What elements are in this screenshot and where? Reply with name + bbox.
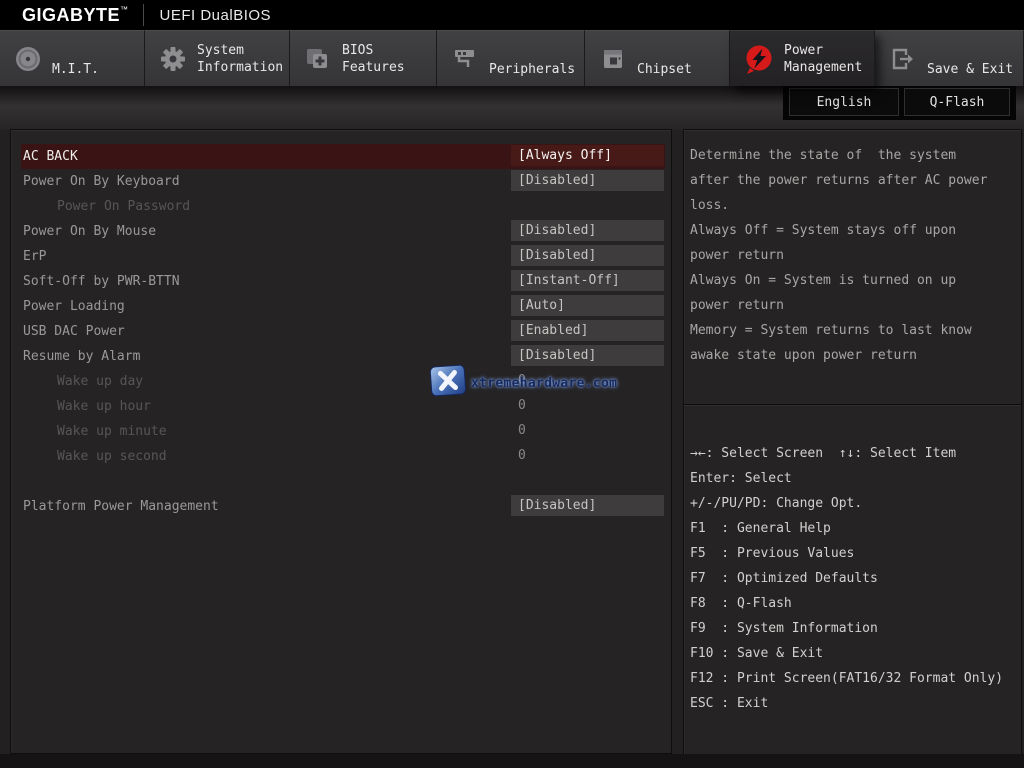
setting-row-ac-back[interactable]: AC BACK [Always Off] bbox=[21, 144, 665, 169]
setting-label: Soft-Off by PWR-BTTN bbox=[23, 269, 180, 294]
tab-label: Power Management bbox=[784, 42, 862, 76]
trademark-mark: ™ bbox=[120, 5, 129, 14]
top-button-strip: English Q-Flash bbox=[783, 86, 1016, 120]
help-panel: Determine the state of the system after … bbox=[683, 129, 1022, 756]
setting-label: Power On By Mouse bbox=[23, 219, 156, 244]
legend-line: +/-/PU/PD: Change Opt. bbox=[690, 491, 1022, 516]
setting-label: Power On By Keyboard bbox=[23, 169, 180, 194]
setting-value: 0 bbox=[511, 420, 664, 441]
logo-divider bbox=[143, 4, 144, 26]
legend-line: F5 : Previous Values bbox=[690, 541, 1022, 566]
legend-line: Enter: Select bbox=[690, 466, 1022, 491]
legend-line: →←: Select Screen ↑↓: Select Item bbox=[690, 441, 1022, 466]
tab-bios-features[interactable]: BIOS Features bbox=[290, 30, 437, 86]
setting-value[interactable]: [Instant-Off] bbox=[511, 270, 664, 291]
setting-value[interactable]: [Disabled] bbox=[511, 245, 664, 266]
tab-power-management[interactable]: Power Management bbox=[730, 30, 875, 86]
setting-label: AC BACK bbox=[23, 144, 78, 169]
tab-save-exit[interactable]: Save & Exit bbox=[875, 30, 1024, 86]
setting-value[interactable]: [Disabled] bbox=[511, 345, 664, 366]
peripherals-icon bbox=[450, 44, 480, 74]
gear-icon bbox=[158, 44, 188, 74]
setting-label: Wake up hour bbox=[57, 394, 151, 419]
setting-row-power-loading[interactable]: Power Loading [Auto] bbox=[21, 294, 665, 319]
setting-row-wake-up-second: Wake up second 0 bbox=[21, 444, 665, 469]
setting-label: Resume by Alarm bbox=[23, 344, 140, 369]
tab-peripherals[interactable]: Peripherals bbox=[437, 30, 585, 86]
language-button[interactable]: English bbox=[789, 88, 899, 116]
setting-row-erp[interactable]: ErP [Disabled] bbox=[21, 244, 665, 269]
key-legend: →←: Select Screen ↑↓: Select Item Enter:… bbox=[690, 441, 1022, 716]
menu-tab-bar: M.I.T. System Information BIOS Features … bbox=[0, 30, 1024, 86]
tab-label: Save & Exit bbox=[927, 61, 1013, 78]
legend-line: ESC : Exit bbox=[690, 691, 1022, 716]
help-line: Always On = System is turned on up bbox=[690, 268, 1020, 293]
bios-screen: GIGABYTE™ UEFI DualBIOS M.I.T. System In… bbox=[0, 0, 1024, 768]
help-line: after the power returns after AC power bbox=[690, 168, 1020, 193]
watermark: xtremehardware.com bbox=[428, 366, 608, 400]
setting-value[interactable]: [Disabled] bbox=[511, 220, 664, 241]
setting-label: Wake up second bbox=[57, 444, 167, 469]
settings-panel: AC BACK [Always Off] Power On By Keyboar… bbox=[10, 129, 672, 754]
help-line: Memory = System returns to last know bbox=[690, 318, 1020, 343]
watermark-text: xtremehardware.com bbox=[471, 376, 617, 391]
save-exit-icon bbox=[888, 44, 918, 74]
setting-row-power-on-password: Power On Password bbox=[21, 194, 665, 219]
setting-label: ErP bbox=[23, 244, 46, 269]
setting-row-power-on-mouse[interactable]: Power On By Mouse [Disabled] bbox=[21, 219, 665, 244]
legend-line: F9 : System Information bbox=[690, 616, 1022, 641]
setting-value[interactable]: [Disabled] bbox=[511, 170, 664, 191]
settings-spacer-row bbox=[21, 469, 665, 494]
bios-chip-icon bbox=[303, 44, 333, 74]
tab-label: Chipset bbox=[637, 61, 692, 78]
help-panel-divider bbox=[684, 404, 1021, 405]
setting-label: Power Loading bbox=[23, 294, 125, 319]
setting-label: Wake up day bbox=[57, 369, 143, 394]
bottom-strip bbox=[0, 754, 1024, 768]
setting-value[interactable]: [Always Off] bbox=[511, 145, 664, 166]
setting-value[interactable]: [Enabled] bbox=[511, 320, 664, 341]
legend-line: F12 : Print Screen(FAT16/32 Format Only) bbox=[690, 666, 1022, 691]
tab-label: M.I.T. bbox=[52, 61, 99, 78]
tab-label: Peripherals bbox=[489, 61, 575, 78]
tab-chipset[interactable]: Chipset bbox=[585, 30, 730, 86]
setting-row-power-on-keyboard[interactable]: Power On By Keyboard [Disabled] bbox=[21, 169, 665, 194]
qflash-button[interactable]: Q-Flash bbox=[904, 88, 1010, 116]
gigabyte-logo: GIGABYTE™ bbox=[22, 5, 129, 26]
tab-label: System Information bbox=[197, 42, 283, 76]
help-line: loss. bbox=[690, 193, 1020, 218]
help-line: awake state upon power return bbox=[690, 343, 1020, 368]
tab-label: BIOS Features bbox=[342, 42, 405, 76]
legend-line: F7 : Optimized Defaults bbox=[690, 566, 1022, 591]
help-line: power return bbox=[690, 293, 1020, 318]
watermark-x-icon bbox=[428, 364, 468, 402]
power-bolt-icon bbox=[743, 43, 775, 75]
help-line: power return bbox=[690, 243, 1020, 268]
setting-value[interactable]: [Auto] bbox=[511, 295, 664, 316]
setting-label: Power On Password bbox=[57, 194, 190, 219]
settings-list: AC BACK [Always Off] Power On By Keyboar… bbox=[21, 144, 665, 519]
bios-product-title: UEFI DualBIOS bbox=[160, 7, 272, 24]
setting-label: USB DAC Power bbox=[23, 319, 125, 344]
tab-system-information[interactable]: System Information bbox=[145, 30, 290, 86]
item-help-text: Determine the state of the system after … bbox=[690, 143, 1020, 368]
help-line: Always Off = System stays off upon bbox=[690, 218, 1020, 243]
setting-row-usb-dac-power[interactable]: USB DAC Power [Enabled] bbox=[21, 319, 665, 344]
chipset-icon bbox=[598, 44, 628, 74]
tab-mit[interactable]: M.I.T. bbox=[0, 30, 145, 86]
title-bar: GIGABYTE™ UEFI DualBIOS bbox=[0, 0, 1024, 30]
setting-row-soft-off[interactable]: Soft-Off by PWR-BTTN [Instant-Off] bbox=[21, 269, 665, 294]
legend-line: F8 : Q-Flash bbox=[690, 591, 1022, 616]
legend-line: F1 : General Help bbox=[690, 516, 1022, 541]
help-line: Determine the state of the system bbox=[690, 143, 1020, 168]
setting-label: Wake up minute bbox=[57, 419, 167, 444]
mit-dial-icon bbox=[13, 44, 43, 74]
setting-row-platform-power-management[interactable]: Platform Power Management [Disabled] bbox=[21, 494, 665, 519]
setting-value[interactable]: [Disabled] bbox=[511, 495, 664, 516]
setting-label: Platform Power Management bbox=[23, 494, 219, 519]
legend-line: F10 : Save & Exit bbox=[690, 641, 1022, 666]
setting-value: 0 bbox=[511, 445, 664, 466]
setting-row-wake-up-minute: Wake up minute 0 bbox=[21, 419, 665, 444]
